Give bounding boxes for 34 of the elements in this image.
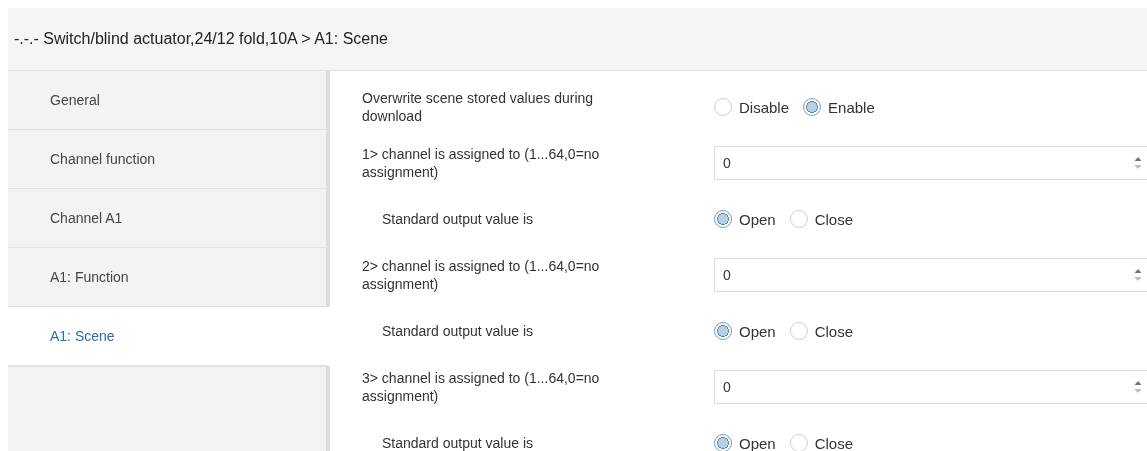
number-field[interactable]: 0 [714, 370, 1147, 404]
radio-button[interactable] [714, 434, 732, 451]
radio-button[interactable] [714, 98, 732, 116]
parameter-label: Standard output value is [381, 434, 534, 451]
number-field[interactable]: 0 [714, 258, 1147, 292]
option-label: Open [739, 210, 776, 228]
radio-button[interactable] [803, 98, 822, 116]
radio-button[interactable] [714, 210, 732, 228]
spinner-arrows-icon[interactable] [1134, 268, 1142, 282]
page-title: -.-.- Switch/blind actuator,24/12 fold,10A > A1: Scene [14, 30, 388, 48]
option-label: Close [814, 434, 854, 451]
spinner-arrows-icon[interactable] [1134, 156, 1142, 170]
parameter-label: 3> channel is assigned to (1...64,0=no assignment) [362, 369, 601, 405]
radio-button[interactable] [714, 322, 732, 340]
sidebar-item[interactable]: General [8, 71, 330, 130]
option-label: Open [739, 434, 776, 451]
parameter-label: 1> channel is assigned to (1...64,0=no assignment) [362, 145, 601, 181]
option-label: Close [814, 210, 854, 228]
option-label: Disable [739, 98, 790, 116]
radio-button[interactable] [789, 322, 808, 340]
parameter-label: Overwrite scene stored values during download [362, 89, 595, 125]
spinner-arrows-icon[interactable] [1134, 380, 1142, 394]
number-field[interactable]: 0 [714, 146, 1147, 180]
option-label: Close [814, 322, 854, 340]
option-label: Open [739, 322, 776, 340]
parameter-label: Standard output value is [381, 322, 534, 340]
radio-button[interactable] [789, 210, 808, 228]
sidebar-item[interactable]: Channel function [8, 130, 330, 189]
parameter-label: 2> channel is assigned to (1...64,0=no assignment) [362, 257, 601, 293]
sidebar-item[interactable]: A1: Function [8, 248, 330, 307]
radio-button[interactable] [789, 434, 808, 451]
parameter-label: Standard output value is [381, 210, 534, 228]
sidebar-item[interactable]: Channel A1 [8, 189, 330, 248]
option-label: Enable [828, 98, 875, 116]
